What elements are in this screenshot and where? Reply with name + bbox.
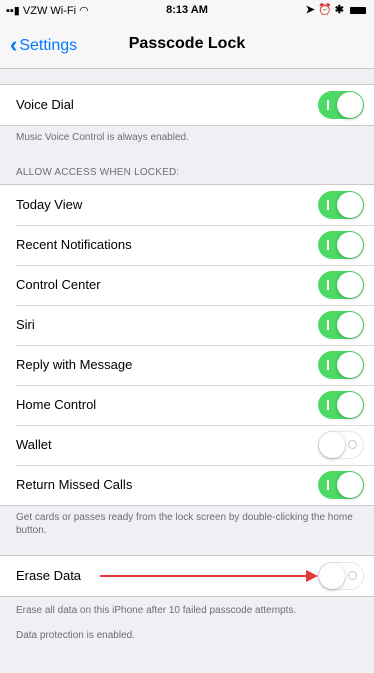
voice-dial-label: Voice Dial	[16, 97, 74, 112]
toggle-knob	[337, 352, 363, 378]
erase-data-label: Erase Data	[16, 568, 82, 583]
access-row-wallet: Wallet	[0, 425, 374, 465]
reply-with-message-toggle[interactable]	[318, 351, 364, 379]
toggle-knob	[337, 472, 363, 498]
access-label: Recent Notifications	[16, 237, 132, 252]
status-bar: ▪▪▮ VZW Wi-Fi ◠ 8:13 AM ➤ ⏰ ✱	[0, 0, 374, 20]
voice-dial-group: Voice Dial	[0, 84, 374, 126]
access-label: Return Missed Calls	[16, 477, 133, 492]
alarm-icon: ⏰	[317, 4, 332, 16]
control-center-toggle[interactable]	[318, 271, 364, 299]
access-row-recent-notifications: Recent Notifications	[0, 225, 374, 265]
toggle-knob	[337, 92, 363, 118]
voice-dial-row: Voice Dial	[0, 85, 374, 125]
access-label: Control Center	[16, 277, 101, 292]
on-indicator-icon	[327, 320, 329, 330]
off-indicator-icon	[348, 571, 357, 580]
recent-notifications-toggle[interactable]	[318, 231, 364, 259]
today-view-toggle[interactable]	[318, 191, 364, 219]
toggle-knob	[319, 563, 345, 589]
toggle-knob	[337, 192, 363, 218]
page-title: Passcode Lock	[128, 35, 246, 52]
access-label: Home Control	[16, 397, 97, 412]
voice-dial-note: Music Voice Control is always enabled.	[16, 132, 189, 143]
toggle-knob	[319, 432, 345, 458]
erase-data-note: Erase all data on this iPhone after 10 f…	[16, 605, 297, 616]
toggle-knob	[337, 392, 363, 418]
on-indicator-icon	[327, 360, 329, 370]
return-missed-calls-toggle[interactable]	[318, 471, 364, 499]
data-protection-note: Data protection is enabled.	[16, 630, 135, 641]
access-row-home-control: Home Control	[0, 385, 374, 425]
access-group: Today View Recent Notifications Control …	[0, 184, 374, 506]
on-indicator-icon	[327, 480, 329, 490]
access-row-control-center: Control Center	[0, 265, 374, 305]
voice-dial-toggle[interactable]	[318, 91, 364, 119]
access-label: Reply with Message	[16, 357, 133, 372]
on-indicator-icon	[327, 400, 329, 410]
access-section-note: Get cards or passes ready from the lock …	[16, 512, 353, 536]
access-row-reply-with-message: Reply with Message	[0, 345, 374, 385]
access-section-header: ALLOW ACCESS WHEN LOCKED:	[16, 167, 180, 178]
on-indicator-icon	[327, 100, 329, 110]
access-row-today-view: Today View	[0, 185, 374, 225]
bluetooth-icon: ✱	[334, 4, 344, 16]
annotation-arrow-line	[100, 575, 310, 577]
toggle-knob	[337, 232, 363, 258]
toggle-knob	[337, 312, 363, 338]
toggle-knob	[337, 272, 363, 298]
access-row-siri: Siri	[0, 305, 374, 345]
on-indicator-icon	[327, 240, 329, 250]
on-indicator-icon	[327, 200, 329, 210]
access-row-return-missed-calls: Return Missed Calls	[0, 465, 374, 505]
location-icon: ➤	[305, 4, 315, 16]
off-indicator-icon	[348, 440, 357, 449]
on-indicator-icon	[327, 280, 329, 290]
status-right: ➤ ⏰ ✱	[306, 3, 366, 16]
home-control-toggle[interactable]	[318, 391, 364, 419]
battery-icon	[350, 6, 366, 14]
wallet-toggle[interactable]	[318, 431, 364, 459]
erase-data-toggle[interactable]	[318, 562, 364, 590]
nav-bar: ‹ Settings Passcode Lock	[0, 20, 374, 69]
access-label: Siri	[16, 317, 35, 332]
siri-toggle[interactable]	[318, 311, 364, 339]
annotation-arrow-icon	[306, 570, 318, 582]
access-label: Wallet	[16, 437, 52, 452]
access-label: Today View	[16, 197, 83, 212]
